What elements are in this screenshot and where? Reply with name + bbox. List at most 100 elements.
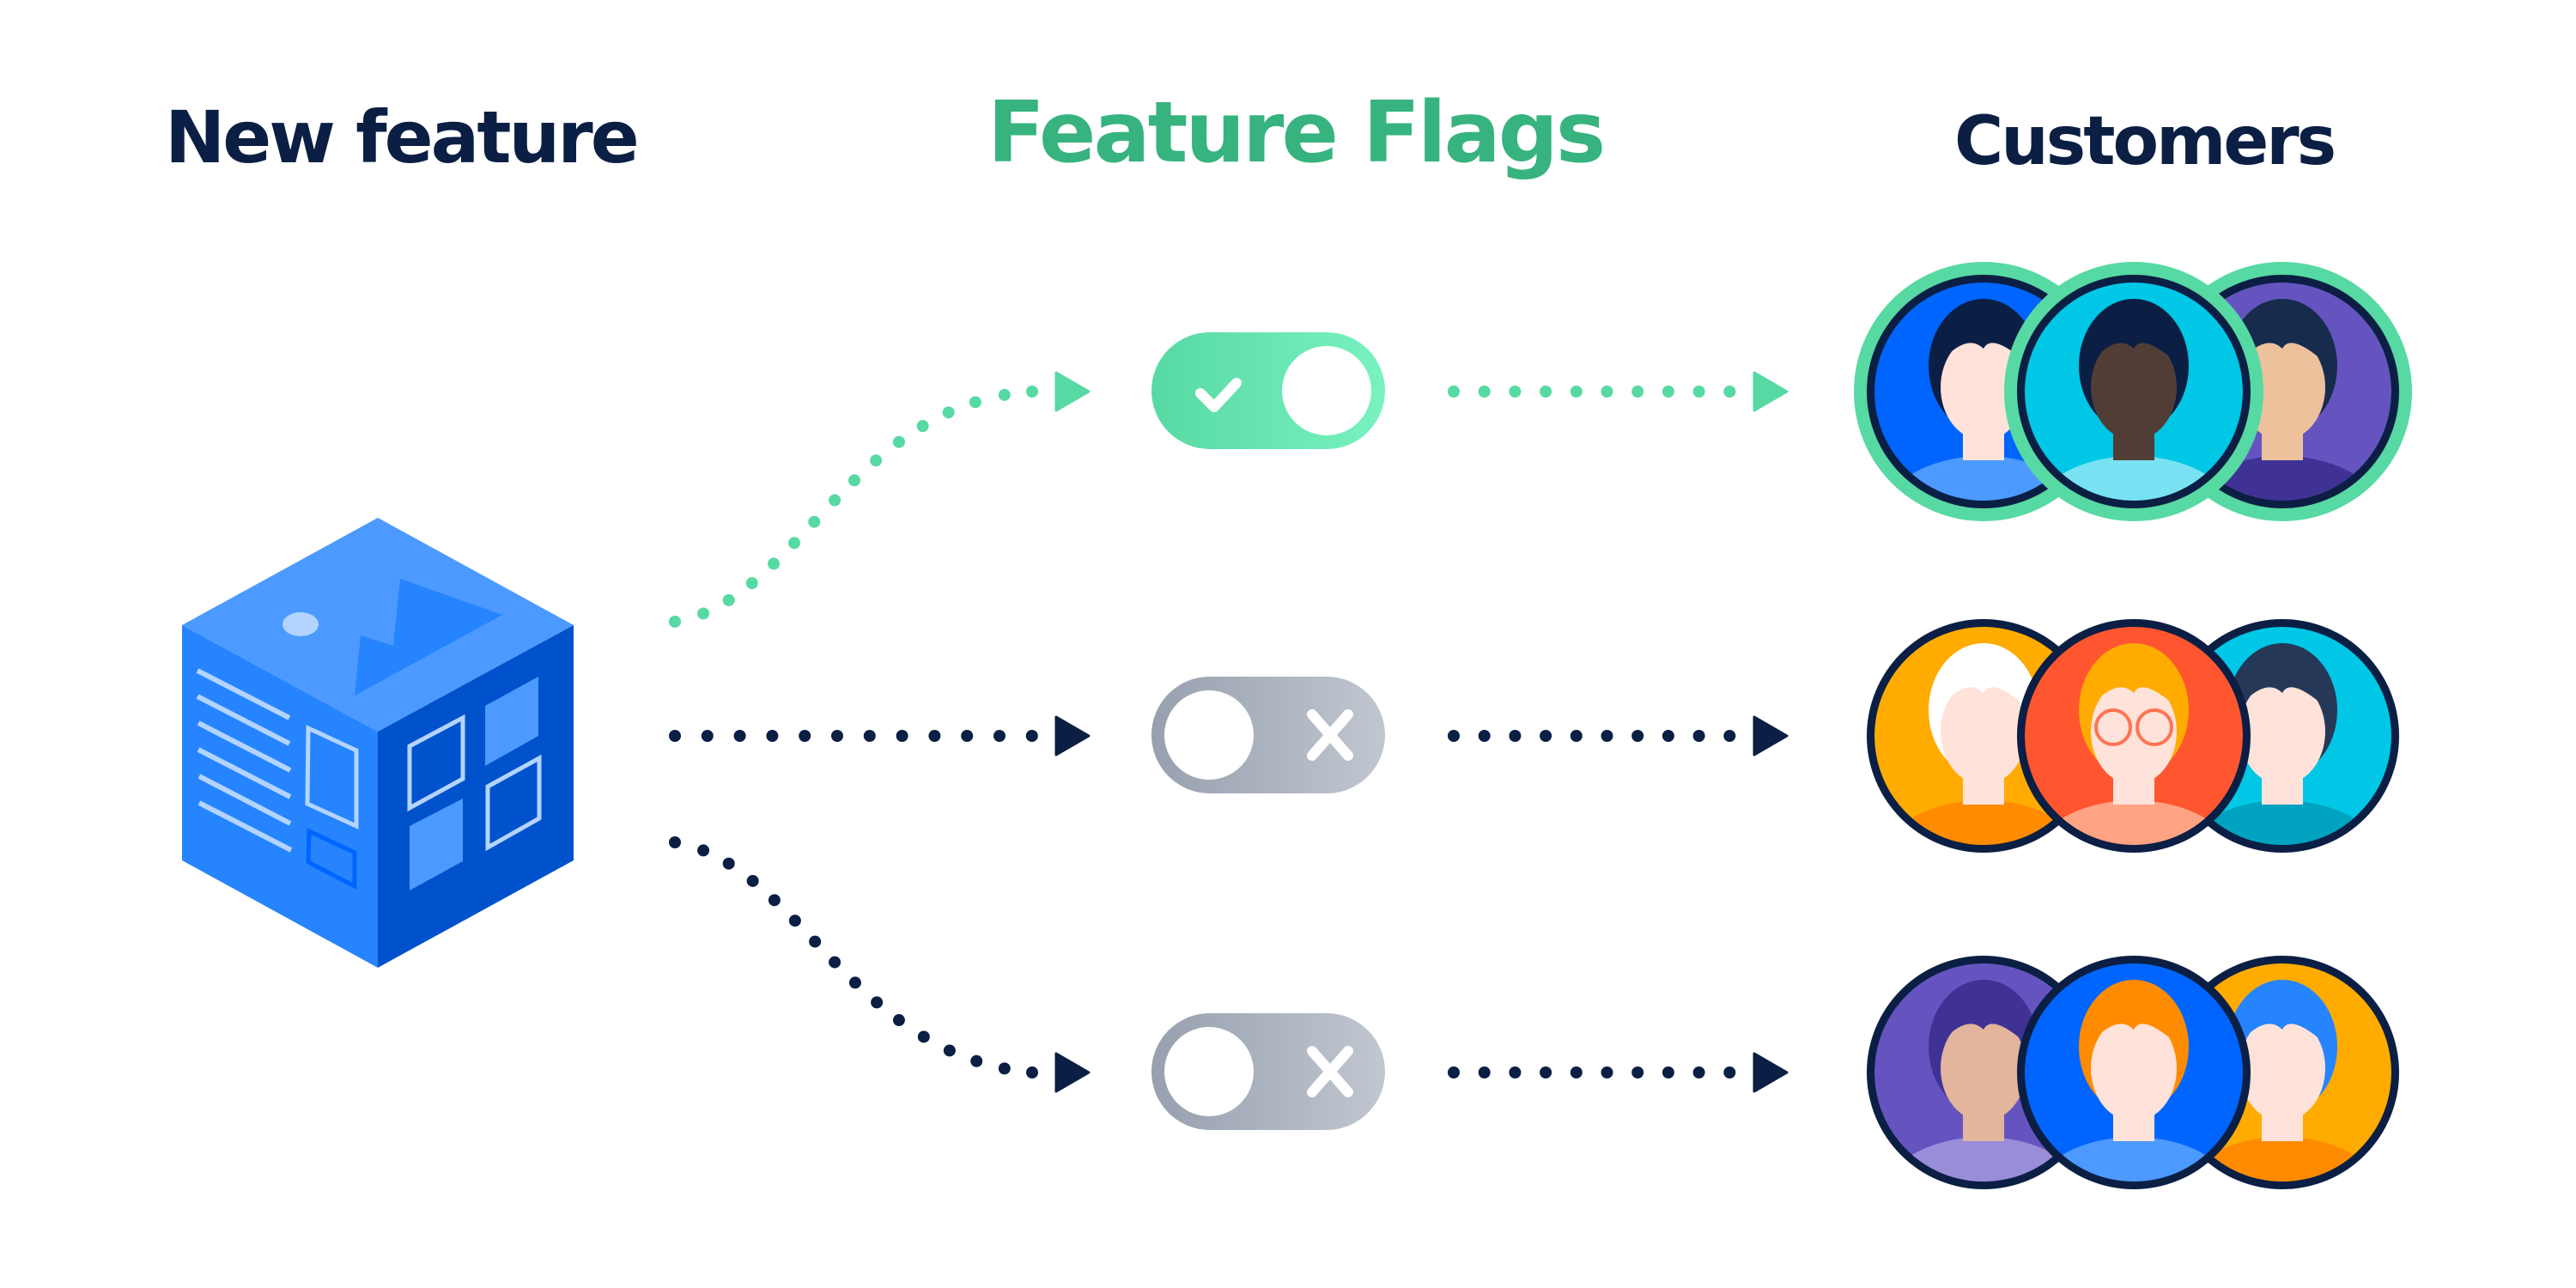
route-dot — [722, 593, 735, 606]
route-dot — [745, 577, 758, 590]
toggle-flag-3[interactable] — [1151, 1013, 1385, 1130]
route-dot — [1025, 730, 1038, 742]
customer-group-customers-enabled — [1854, 262, 2412, 521]
route-dot — [917, 1030, 930, 1043]
route-dot — [1448, 730, 1460, 742]
route-dot — [669, 730, 681, 742]
arrow-head-icon — [1054, 715, 1091, 756]
route-dot — [829, 494, 841, 507]
route-dot — [892, 1014, 905, 1027]
route-dot — [1631, 1066, 1644, 1078]
route-dot — [808, 515, 821, 528]
route-dot — [809, 935, 822, 948]
route-dot — [1540, 1066, 1552, 1078]
route-dot — [848, 474, 861, 487]
route-dot — [961, 730, 974, 742]
arrow-head-icon — [1054, 1052, 1091, 1093]
arrow-head-icon — [1753, 371, 1789, 412]
route-flag-3-to-customers — [1448, 1052, 1789, 1093]
cube-sun-icon — [283, 612, 319, 636]
route-dot — [1448, 1066, 1460, 1078]
route-dot — [1509, 386, 1522, 398]
route-flag-2 — [669, 715, 1091, 756]
route-dot — [669, 616, 681, 628]
route-dot — [701, 730, 714, 742]
route-flag-1-to-customers — [1448, 371, 1789, 412]
arrow-head-icon — [1753, 1052, 1789, 1093]
route-dot — [746, 874, 759, 887]
customer-groups — [1854, 262, 2412, 1189]
route-dot — [848, 976, 861, 989]
route-dot — [1631, 730, 1644, 742]
feature-flag-diagram — [182, 262, 2412, 1189]
route-dot — [1692, 730, 1705, 742]
avatar-woman-glasses — [2017, 619, 2251, 853]
toggle-knob — [1282, 346, 1371, 435]
route-dot — [799, 730, 811, 742]
route-dot — [1478, 1066, 1491, 1078]
avatar-man-curly-hair — [2004, 262, 2263, 521]
route-dot — [1723, 730, 1736, 742]
arrow-head-icon — [1054, 371, 1091, 412]
route-dot — [1448, 386, 1460, 398]
feature-cube-icon — [182, 518, 574, 968]
route-dot — [1662, 386, 1674, 398]
route-dot — [863, 730, 876, 742]
route-dot — [871, 996, 884, 1009]
route-dot — [733, 730, 746, 742]
toggle-knob — [1164, 690, 1254, 780]
avatar-man-orange-hair — [2017, 956, 2251, 1189]
route-dot — [896, 730, 908, 742]
route-dot — [1692, 1066, 1705, 1078]
route-dot — [1570, 1066, 1583, 1078]
route-dot — [1723, 1066, 1736, 1078]
customer-group-customers-disabled-1 — [1867, 619, 2399, 853]
customer-group-customers-disabled-2 — [1867, 956, 2399, 1189]
route-dot — [1692, 386, 1705, 398]
route-dot — [1026, 386, 1038, 398]
arrow-head-icon — [1753, 715, 1789, 756]
route-dot — [892, 435, 905, 448]
route-flag-1 — [669, 371, 1091, 628]
route-dot — [969, 396, 981, 409]
route-dot — [1478, 730, 1491, 742]
route-dot — [697, 607, 710, 620]
route-dot — [998, 1062, 1011, 1075]
route-dot — [1540, 730, 1552, 742]
route-dot — [1631, 386, 1644, 398]
route-dot — [831, 730, 843, 742]
route-dot — [942, 406, 955, 419]
route-dot — [829, 956, 841, 969]
toggle-flag-1[interactable] — [1151, 332, 1385, 449]
route-dot — [998, 388, 1011, 401]
route-dot — [1570, 386, 1583, 398]
route-dot — [870, 454, 883, 467]
route-dot — [1540, 386, 1552, 398]
route-dot — [1662, 730, 1674, 742]
route-dot — [928, 730, 941, 742]
route-dot — [943, 1044, 956, 1057]
route-dot — [768, 894, 781, 907]
route-dot — [1478, 386, 1491, 398]
route-dot — [669, 836, 681, 848]
route-dot — [1723, 386, 1736, 398]
route-dot — [993, 730, 1005, 742]
route-dot — [788, 914, 801, 927]
toggle-knob — [1164, 1027, 1254, 1116]
route-dot — [970, 1054, 983, 1067]
toggle-flag-2[interactable] — [1151, 677, 1385, 793]
route-flag-3 — [669, 836, 1091, 1093]
route-dot — [1509, 1066, 1522, 1078]
route-dot — [1570, 730, 1583, 742]
route-dot — [697, 844, 710, 857]
route-dot — [788, 537, 801, 550]
route-dot — [916, 420, 929, 433]
route-dot — [722, 857, 735, 870]
route-dot — [768, 557, 781, 570]
route-dot — [1601, 730, 1613, 742]
route-dot — [1026, 1066, 1038, 1078]
route-dot — [1601, 386, 1613, 398]
route-dot — [766, 730, 779, 742]
flag-toggles — [1151, 332, 1385, 1130]
route-flag-2-to-customers — [1448, 715, 1789, 756]
